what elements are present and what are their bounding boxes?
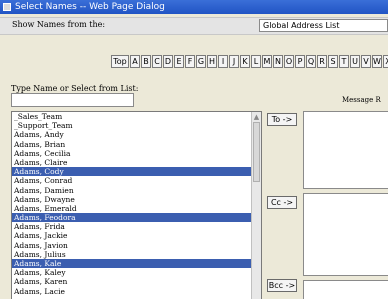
alphabet-top-button[interactable]: Top	[111, 55, 129, 68]
alphabet-letter-button[interactable]: H	[207, 55, 217, 68]
alphabet-letter-button[interactable]: C	[152, 55, 162, 68]
alphabet-letter-button[interactable]: I	[218, 55, 228, 68]
message-recipients-label: Message R	[342, 96, 381, 104]
names-list[interactable]: _Sales_Team _Support_Team Adams, Andy Adams…	[11, 111, 262, 299]
name-list-item[interactable]: Adams, Cecilia	[12, 149, 261, 158]
to-recipients-box[interactable]	[303, 111, 388, 189]
alphabet-letter-button[interactable]: M	[262, 55, 272, 68]
alphabet-letter-button[interactable]: R	[317, 55, 327, 68]
alphabet-letter-button[interactable]: Q	[306, 55, 316, 68]
name-list-item[interactable]: Adams, Kale	[12, 259, 261, 269]
alphabet-letter-button[interactable]: E	[174, 55, 184, 68]
names-list-scrollbar[interactable]: ▲	[251, 112, 261, 299]
alphabet-letter-button[interactable]: T	[339, 55, 349, 68]
name-list-item[interactable]: Adams, Emerald	[12, 204, 261, 213]
to-button[interactable]: To ->	[267, 113, 297, 126]
alphabet-letter-button[interactable]: D	[163, 55, 173, 68]
alphabet-letter-button[interactable]: F	[185, 55, 195, 68]
show-names-row: Show Names from the: Global Address List	[0, 17, 388, 35]
scrollbar-thumb[interactable]	[253, 122, 260, 182]
name-list-item[interactable]: Adams, Cody	[12, 167, 261, 177]
name-list-item[interactable]: Adams, Julius	[12, 250, 261, 259]
cc-recipients-box[interactable]	[303, 193, 388, 276]
window-title: Select Names -- Web Page Dialog	[15, 2, 165, 12]
alphabet-letter-button[interactable]: A	[130, 55, 140, 68]
alphabet-bar: Top ABCDEFGHIJKLMNOPQRSTUVWX	[111, 55, 388, 68]
name-list-item[interactable]: Adams, Kaley	[12, 268, 261, 277]
name-list-item[interactable]: Adams, Lacie	[12, 287, 261, 296]
address-list-select[interactable]: Global Address List	[259, 19, 388, 32]
alphabet-letter-button[interactable]: P	[295, 55, 305, 68]
alphabet-letter-button[interactable]: X	[383, 55, 388, 68]
name-list-item[interactable]: Adams, Conrad	[12, 176, 261, 185]
bcc-button[interactable]: Bcc ->	[267, 279, 297, 292]
alphabet-letter-button[interactable]: J	[229, 55, 239, 68]
cc-button[interactable]: Cc ->	[267, 196, 297, 209]
title-bar: Select Names -- Web Page Dialog	[0, 0, 388, 14]
alphabet-letter-button[interactable]: B	[141, 55, 151, 68]
name-list-item[interactable]: Adams, Feodora	[12, 213, 261, 223]
alphabet-letter-button[interactable]: V	[361, 55, 371, 68]
scroll-up-icon[interactable]: ▲	[253, 113, 260, 121]
name-list-item[interactable]: Adams, Frida	[12, 222, 261, 231]
alphabet-letter-button[interactable]: O	[284, 55, 294, 68]
name-list-item[interactable]: Adams, Karen	[12, 277, 261, 286]
alphabet-letter-button[interactable]: U	[350, 55, 360, 68]
alphabet-letter-button[interactable]: L	[251, 55, 261, 68]
name-list-item[interactable]: Adams, Javion	[12, 241, 261, 250]
select-names-dialog: Select Names -- Web Page Dialog Show Nam…	[0, 0, 388, 299]
alphabet-letter-button[interactable]: G	[196, 55, 206, 68]
name-list-item[interactable]: Adams, Andy	[12, 130, 261, 139]
alphabet-letter-button[interactable]: S	[328, 55, 338, 68]
name-list-item[interactable]: Adams, Brian	[12, 140, 261, 149]
show-names-label: Show Names from the:	[12, 20, 106, 29]
name-list-item[interactable]: Adams, Jackie	[12, 231, 261, 240]
type-name-input[interactable]	[11, 93, 134, 107]
window-icon	[3, 3, 11, 11]
alphabet-letter-button[interactable]: N	[273, 55, 283, 68]
name-list-item[interactable]: _Sales_Team	[12, 112, 261, 121]
type-name-label: Type Name or Select from List:	[11, 84, 139, 93]
bcc-recipients-box[interactable]	[303, 280, 388, 299]
name-list-item[interactable]: _Support_Team	[12, 121, 261, 130]
name-list-item[interactable]: Adams, Damien	[12, 186, 261, 195]
name-list-item[interactable]: Adams, Claire	[12, 158, 261, 167]
alphabet-letter-button[interactable]: K	[240, 55, 250, 68]
alphabet-letter-button[interactable]: W	[372, 55, 382, 68]
name-list-item[interactable]: Adams, Dwayne	[12, 195, 261, 204]
